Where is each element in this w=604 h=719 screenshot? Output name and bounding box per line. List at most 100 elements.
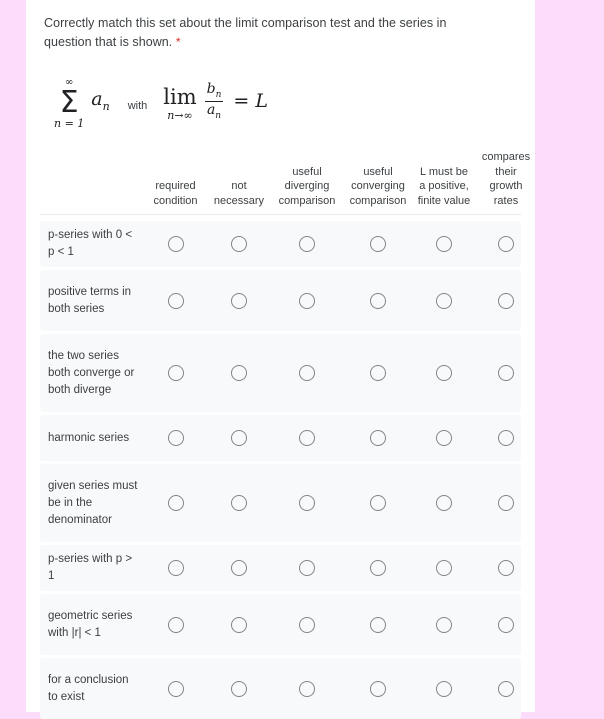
radio-cell[interactable] bbox=[144, 270, 207, 331]
radio-button[interactable] bbox=[498, 292, 514, 309]
radio-button[interactable] bbox=[231, 236, 247, 252]
radio-button[interactable] bbox=[299, 495, 315, 511]
radio-cell[interactable] bbox=[343, 658, 413, 719]
radio-button[interactable] bbox=[231, 430, 247, 446]
radio-cell[interactable] bbox=[413, 658, 475, 719]
radio-cell[interactable] bbox=[343, 270, 413, 331]
radio-cell[interactable] bbox=[413, 464, 475, 542]
radio-button[interactable] bbox=[498, 680, 514, 697]
radio-cell[interactable] bbox=[271, 464, 343, 542]
table-row: for a conclusion to exist bbox=[40, 658, 521, 719]
radio-cell[interactable] bbox=[413, 270, 475, 331]
radio-button[interactable] bbox=[498, 430, 514, 446]
radio-button[interactable] bbox=[436, 560, 452, 576]
radio-button[interactable] bbox=[436, 616, 452, 633]
radio-button[interactable] bbox=[231, 616, 247, 633]
radio-cell[interactable] bbox=[475, 221, 537, 267]
radio-cell[interactable] bbox=[207, 415, 271, 461]
radio-cell[interactable] bbox=[413, 545, 475, 591]
radio-cell[interactable] bbox=[207, 545, 271, 591]
radio-button[interactable] bbox=[370, 365, 386, 381]
radio-cell[interactable] bbox=[207, 221, 271, 267]
radio-button[interactable] bbox=[370, 680, 386, 697]
radio-button[interactable] bbox=[370, 430, 386, 446]
radio-button[interactable] bbox=[436, 236, 452, 252]
radio-cell[interactable] bbox=[271, 334, 343, 412]
radio-cell[interactable] bbox=[343, 415, 413, 461]
radio-button[interactable] bbox=[299, 430, 315, 446]
radio-cell[interactable] bbox=[343, 221, 413, 267]
radio-button[interactable] bbox=[498, 236, 514, 252]
radio-button[interactable] bbox=[498, 560, 514, 576]
radio-cell[interactable] bbox=[343, 594, 413, 655]
radio-cell[interactable] bbox=[144, 464, 207, 542]
radio-button[interactable] bbox=[231, 680, 247, 697]
radio-cell[interactable] bbox=[413, 594, 475, 655]
radio-button[interactable] bbox=[167, 495, 184, 511]
radio-button[interactable] bbox=[167, 560, 184, 576]
radio-cell[interactable] bbox=[144, 221, 207, 267]
radio-cell[interactable] bbox=[271, 415, 343, 461]
radio-cell[interactable] bbox=[207, 270, 271, 331]
radio-cell[interactable] bbox=[343, 545, 413, 591]
radio-cell[interactable] bbox=[413, 334, 475, 412]
radio-cell[interactable] bbox=[207, 658, 271, 719]
radio-button[interactable] bbox=[370, 495, 386, 511]
radio-button[interactable] bbox=[299, 292, 315, 309]
radio-cell[interactable] bbox=[271, 594, 343, 655]
radio-cell[interactable] bbox=[475, 594, 537, 655]
radio-button[interactable] bbox=[436, 365, 452, 381]
grid-rows: p-series with 0 < p < 1 positive terms i… bbox=[40, 221, 521, 719]
radio-cell[interactable] bbox=[144, 594, 207, 655]
radio-button[interactable] bbox=[299, 680, 315, 697]
radio-button[interactable] bbox=[299, 365, 315, 381]
radio-button[interactable] bbox=[167, 680, 184, 697]
radio-cell[interactable] bbox=[475, 415, 537, 461]
radio-button[interactable] bbox=[436, 495, 452, 511]
radio-button[interactable] bbox=[231, 560, 247, 576]
radio-cell[interactable] bbox=[207, 594, 271, 655]
radio-button[interactable] bbox=[436, 292, 452, 309]
radio-button[interactable] bbox=[231, 495, 247, 511]
row-label: geometric series with |r| < 1 bbox=[48, 609, 133, 639]
radio-button[interactable] bbox=[167, 430, 184, 446]
radio-button[interactable] bbox=[436, 680, 452, 697]
radio-button[interactable] bbox=[231, 365, 247, 381]
radio-cell[interactable] bbox=[413, 221, 475, 267]
radio-button[interactable] bbox=[167, 616, 184, 633]
radio-cell[interactable] bbox=[343, 464, 413, 542]
radio-cell[interactable] bbox=[475, 464, 537, 542]
radio-button[interactable] bbox=[498, 365, 514, 381]
radio-cell[interactable] bbox=[475, 270, 537, 331]
table-row: p-series with p > 1 bbox=[40, 545, 521, 591]
radio-button[interactable] bbox=[370, 292, 386, 309]
radio-cell[interactable] bbox=[475, 658, 537, 719]
radio-button[interactable] bbox=[299, 560, 315, 576]
radio-button[interactable] bbox=[498, 616, 514, 633]
radio-cell[interactable] bbox=[144, 545, 207, 591]
radio-button[interactable] bbox=[167, 365, 184, 381]
radio-cell[interactable] bbox=[271, 545, 343, 591]
radio-button[interactable] bbox=[167, 292, 184, 309]
radio-cell[interactable] bbox=[207, 334, 271, 412]
radio-cell[interactable] bbox=[343, 334, 413, 412]
radio-cell[interactable] bbox=[475, 545, 537, 591]
radio-cell[interactable] bbox=[475, 334, 537, 412]
radio-button[interactable] bbox=[231, 292, 247, 309]
radio-button[interactable] bbox=[498, 495, 514, 511]
radio-cell[interactable] bbox=[413, 415, 475, 461]
radio-cell[interactable] bbox=[144, 334, 207, 412]
radio-button[interactable] bbox=[299, 236, 315, 252]
radio-cell[interactable] bbox=[271, 221, 343, 267]
radio-button[interactable] bbox=[167, 236, 184, 252]
radio-button[interactable] bbox=[370, 236, 386, 252]
radio-button[interactable] bbox=[370, 560, 386, 576]
radio-cell[interactable] bbox=[144, 415, 207, 461]
radio-button[interactable] bbox=[436, 430, 452, 446]
radio-cell[interactable] bbox=[271, 270, 343, 331]
radio-button[interactable] bbox=[299, 616, 315, 633]
radio-cell[interactable] bbox=[271, 658, 343, 719]
radio-cell[interactable] bbox=[207, 464, 271, 542]
radio-button[interactable] bbox=[370, 616, 386, 633]
radio-cell[interactable] bbox=[144, 658, 207, 719]
